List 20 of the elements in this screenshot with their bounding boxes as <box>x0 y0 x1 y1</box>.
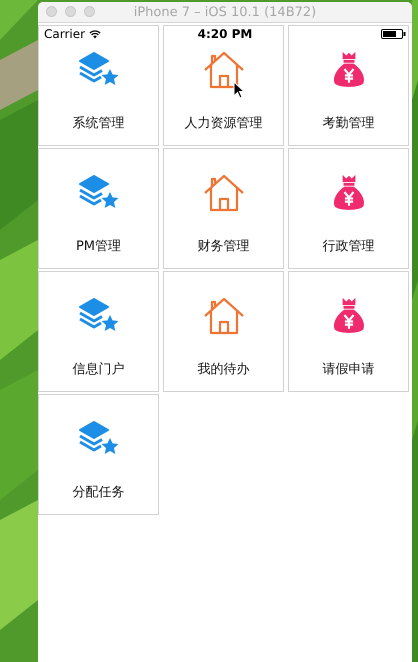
minimize-button[interactable] <box>65 6 76 17</box>
close-button[interactable] <box>46 6 57 17</box>
window-title: iPhone 7 – iOS 10.1 (14B72) <box>134 4 316 20</box>
menu-tile[interactable]: 行政管理 <box>288 148 409 269</box>
menu-tile[interactable]: 信息门户 <box>38 271 159 392</box>
cursor-icon <box>233 81 245 99</box>
menu-tile[interactable]: 请假申请 <box>288 271 409 392</box>
battery-icon <box>381 29 406 39</box>
menu-tile[interactable]: 分配任务 <box>38 394 159 515</box>
menu-tile[interactable]: 财务管理 <box>163 148 284 269</box>
house-icon <box>202 296 246 336</box>
house-icon <box>202 50 246 90</box>
menu-tile[interactable]: PM管理 <box>38 148 159 269</box>
menu-tile[interactable]: 我的待办 <box>163 271 284 392</box>
menu-tile[interactable]: 考勤管理 <box>288 25 409 146</box>
status-time: 4:20 PM <box>196 27 254 41</box>
wifi-icon <box>89 30 102 38</box>
zoom-button[interactable] <box>84 6 95 17</box>
house-icon <box>202 173 246 213</box>
carrier-label: Carrier <box>44 27 86 41</box>
